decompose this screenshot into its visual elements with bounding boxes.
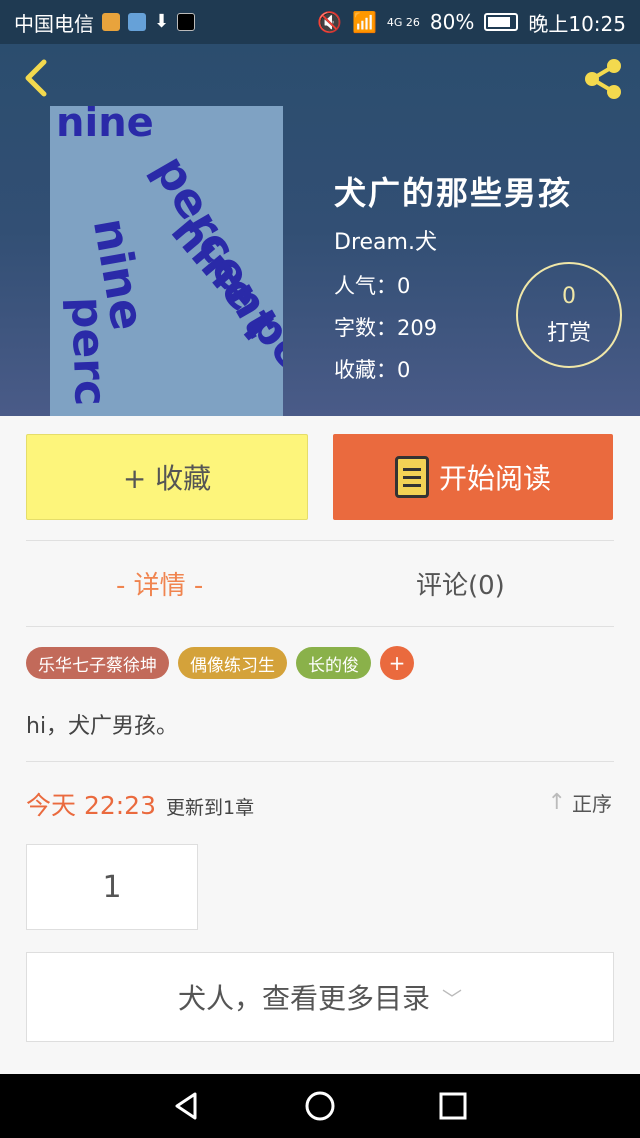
divider (26, 626, 614, 627)
update-time: 今天 22:23 (26, 791, 156, 820)
carrier-label: 中国电信 (14, 11, 94, 36)
tag-chip[interactable]: 乐华七子蔡徐坤 (26, 647, 169, 679)
add-tag-button[interactable]: + (380, 646, 414, 680)
mute-icon: 🔇 (317, 10, 342, 34)
sort-arrow-icon: ↑ (547, 790, 566, 815)
system-nav-bar (0, 1074, 640, 1138)
nav-home-icon[interactable] (300, 1086, 340, 1126)
start-reading-button[interactable]: 开始阅读 (333, 434, 613, 520)
network-indicator: 4G 26 (386, 15, 420, 29)
tiktok-icon (177, 13, 196, 31)
book-header: nine nine percent nine perc perc 犬广的那些男孩… (0, 44, 640, 416)
update-info: 今天 22:23 更新到1章 (26, 786, 254, 822)
tip-count: 0 (562, 283, 576, 309)
book-description: hi，犬广男孩。 (26, 714, 179, 739)
clock: 晚上10:25 (528, 11, 626, 36)
battery-icon (484, 13, 519, 31)
sort-label: 正序 (572, 792, 612, 816)
divider (26, 761, 614, 762)
book-cover[interactable]: nine nine percent nine perc perc (50, 106, 283, 416)
popularity-stat: 人气：0 (334, 274, 411, 298)
cover-text: perc (61, 296, 116, 407)
gallery-notification-icon (128, 13, 146, 31)
wifi-icon: 📶 (351, 10, 377, 34)
word-count-stat: 字数：209 (334, 316, 438, 340)
back-arrow-icon[interactable] (18, 58, 58, 98)
tag-list: 乐华七子蔡徐坤 偶像练习生 长的俊 + (26, 646, 414, 680)
chapter-item[interactable]: 1 (26, 844, 198, 930)
nav-back-icon[interactable] (167, 1086, 207, 1126)
tip-button[interactable]: 0 打赏 (516, 262, 622, 368)
status-bar: 中国电信 ⬇ 🔇 📶 4G 26 80% 晚上10:25 (0, 0, 640, 44)
battery-percent: 80% (429, 10, 475, 34)
tag-chip[interactable]: 偶像练习生 (178, 647, 287, 679)
tip-label: 打赏 (546, 320, 591, 346)
cover-text: nine perc (160, 206, 283, 416)
tab-comments[interactable]: 评论(0) (416, 565, 505, 602)
add-favorite-button[interactable]: + 收藏 (26, 434, 308, 520)
favorites-stat: 收藏：0 (334, 358, 411, 382)
cover-text: nine (56, 106, 154, 146)
download-icon: ⬇ (154, 11, 170, 32)
app-notification-icon (102, 13, 120, 31)
chevron-down-icon: ﹀ (442, 986, 462, 1011)
tab-detail[interactable]: - 详情 - (116, 565, 203, 602)
start-reading-label: 开始阅读 (438, 462, 551, 495)
more-catalog-button[interactable]: 犬人，查看更多目录 ﹀ (26, 952, 614, 1042)
share-icon[interactable] (578, 54, 628, 104)
author-name[interactable]: Dream.犬 (334, 224, 437, 256)
more-catalog-label: 犬人，查看更多目录 (177, 982, 430, 1015)
nav-recents-icon[interactable] (433, 1086, 473, 1126)
book-title: 犬广的那些男孩 (334, 174, 573, 212)
add-favorite-label: + 收藏 (122, 462, 212, 495)
update-chapters: 更新到1章 (166, 797, 255, 819)
sort-toggle[interactable]: ↑ 正序 (548, 788, 612, 817)
book-icon (394, 456, 429, 498)
divider (26, 540, 614, 541)
tag-chip[interactable]: 长的俊 (296, 647, 371, 679)
